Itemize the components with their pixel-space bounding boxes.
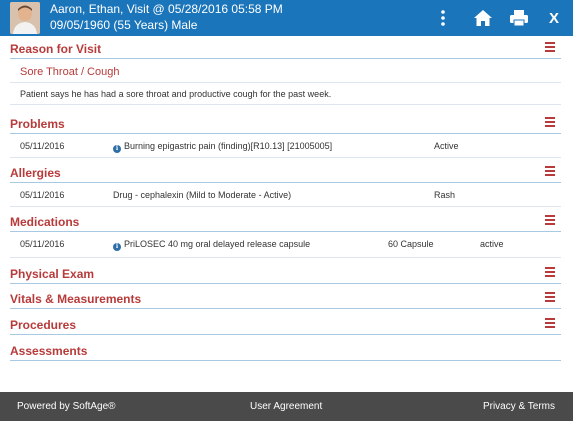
section-header: Medications <box>10 212 561 232</box>
allergy-reaction: Rash <box>434 190 456 200</box>
hamburger-menu-icon[interactable] <box>545 117 555 127</box>
table-row[interactable]: 05/11/2016 Drug - cephalexin (Mild to Mo… <box>10 183 561 207</box>
allergies-section: Allergies 05/11/2016 Drug - cephalexin (… <box>10 163 561 207</box>
section-title: Medications <box>10 215 80 229</box>
reason-note-text: Patient says he has had a sore throat an… <box>20 89 332 99</box>
info-icon[interactable]: i <box>113 145 121 153</box>
problem-description-text: Burning epigastric pain (finding)[R10.13… <box>124 141 333 151</box>
allergy-date: 05/11/2016 <box>20 190 65 200</box>
section-title: Reason for Visit <box>10 42 102 56</box>
hamburger-menu-icon[interactable] <box>545 42 555 52</box>
hamburger-menu-icon[interactable] <box>545 215 555 225</box>
section-title: Procedures <box>10 318 77 332</box>
powered-by-link[interactable]: Powered by SoftAge® <box>17 401 116 412</box>
section-header: Vitals & Measurements <box>10 289 561 309</box>
info-icon[interactable]: i <box>113 243 121 251</box>
section-title: Problems <box>10 117 65 131</box>
hamburger-menu-icon[interactable] <box>545 318 555 328</box>
medications-section: Medications 05/11/2016 i PriLOSEC 40 mg o… <box>10 212 561 258</box>
table-row[interactable]: 05/11/2016 i Burning epigastric pain (fin… <box>10 134 561 158</box>
chief-complaint-text: Sore Throat / Cough <box>20 66 120 78</box>
reason-note: Patient says he has had a sore throat an… <box>10 83 561 105</box>
problems-section: Problems 05/11/2016 i Burning epigastric … <box>10 114 561 158</box>
section-header: Assessments <box>10 341 561 361</box>
patient-demographics: 09/05/1960 (55 Years) Male <box>50 18 198 32</box>
section-header: Allergies <box>10 163 561 183</box>
visit-summary: Reason for Visit Sore Throat / Cough Pat… <box>0 36 573 392</box>
section-title: Vitals & Measurements <box>10 292 142 306</box>
print-icon[interactable] <box>506 0 532 36</box>
section-title: Allergies <box>10 166 61 180</box>
patient-visit-title: Aaron, Ethan, Visit @ 05/28/2016 05:58 P… <box>50 2 283 16</box>
home-icon[interactable] <box>470 0 496 36</box>
chief-complaint: Sore Throat / Cough <box>10 59 561 83</box>
close-button[interactable]: X <box>544 0 564 36</box>
hamburger-menu-icon[interactable] <box>545 166 555 176</box>
medication-description-text: PriLOSEC 40 mg oral delayed release caps… <box>124 239 311 249</box>
vitals-section: Vitals & Measurements <box>10 289 561 309</box>
section-header: Procedures <box>10 315 561 335</box>
section-header: Physical Exam <box>10 264 561 284</box>
section-header: Reason for Visit <box>10 39 561 59</box>
medication-status: active <box>480 239 504 249</box>
hamburger-menu-icon[interactable] <box>545 267 555 277</box>
patient-header: Aaron, Ethan, Visit @ 05/28/2016 05:58 P… <box>0 0 573 36</box>
medication-date: 05/11/2016 <box>20 239 65 249</box>
user-agreement-link[interactable]: User Agreement <box>250 401 322 412</box>
privacy-terms-link[interactable]: Privacy & Terms <box>483 401 555 412</box>
section-title: Assessments <box>10 344 88 358</box>
medication-description: i PriLOSEC 40 mg oral delayed release cap… <box>113 239 310 251</box>
section-header: Problems <box>10 114 561 134</box>
problem-date: 05/11/2016 <box>20 141 65 151</box>
allergy-description: Drug - cephalexin (Mild to Moderate - Ac… <box>113 190 292 200</box>
reason-for-visit-section: Reason for Visit Sore Throat / Cough Pat… <box>10 39 561 105</box>
procedures-section: Procedures <box>10 315 561 335</box>
hamburger-menu-icon[interactable] <box>545 292 555 302</box>
problem-description: i Burning epigastric pain (finding)[R10.1… <box>113 141 332 153</box>
more-options-icon[interactable] <box>434 0 452 36</box>
medication-quantity: 60 Capsule <box>388 239 434 249</box>
problem-status: Active <box>434 141 459 151</box>
footer: Powered by SoftAge® User Agreement Priva… <box>0 392 573 421</box>
table-row[interactable]: 05/11/2016 i PriLOSEC 40 mg oral delayed … <box>10 232 561 258</box>
assessments-section: Assessments <box>10 341 561 361</box>
section-title: Physical Exam <box>10 267 95 281</box>
physical-exam-section: Physical Exam <box>10 264 561 284</box>
patient-avatar <box>10 2 40 34</box>
